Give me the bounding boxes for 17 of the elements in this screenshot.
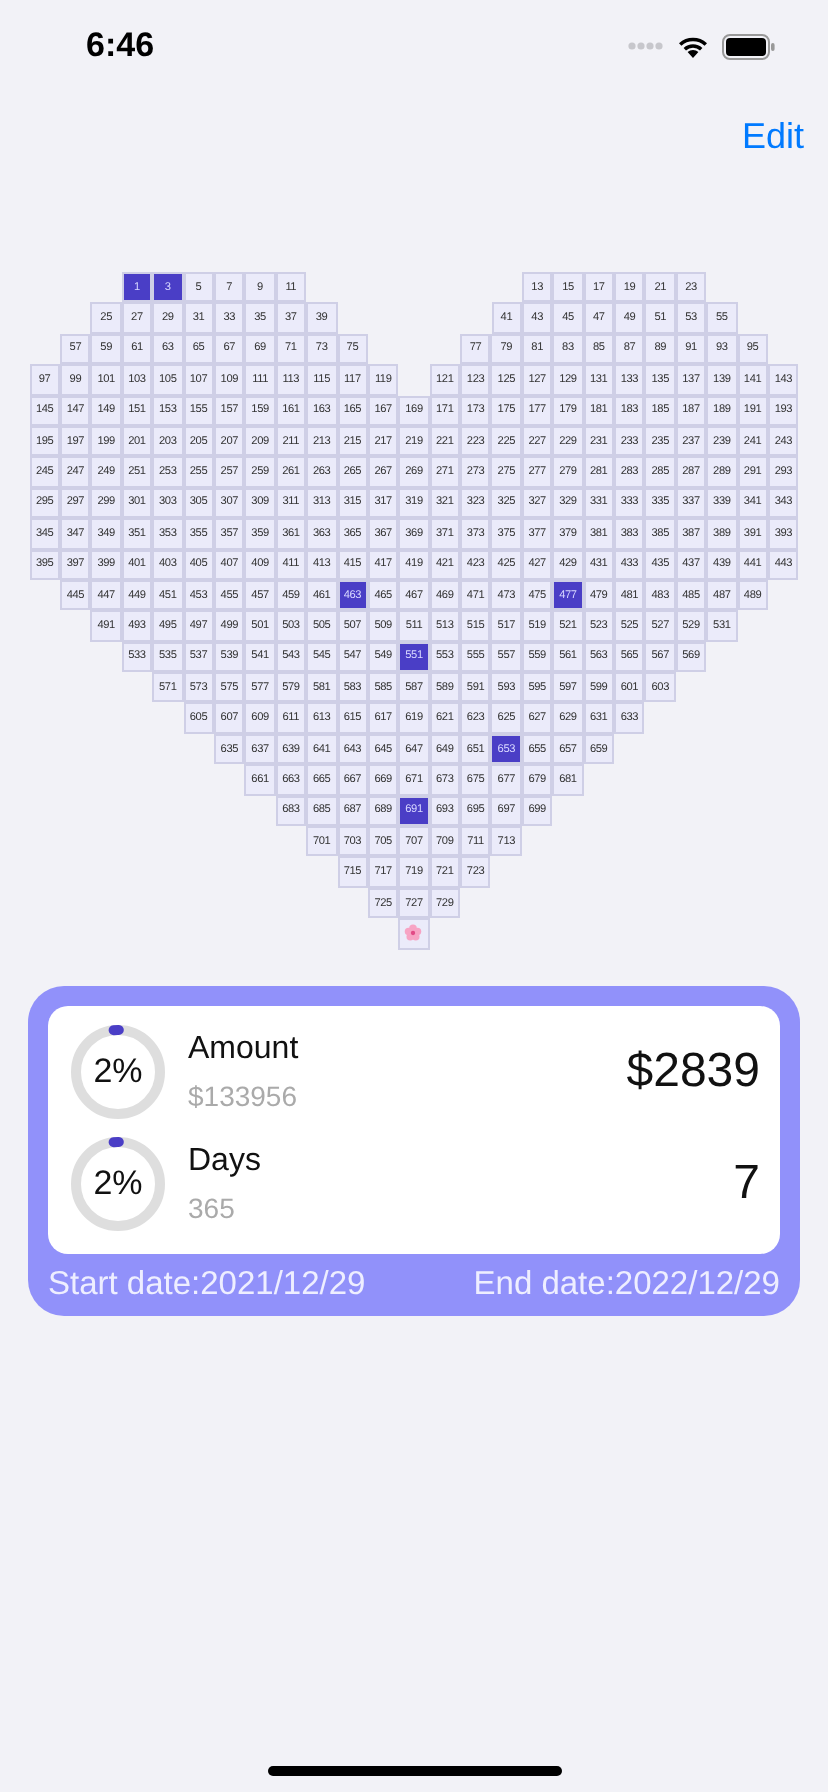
percent-text: 2% bbox=[91, 1163, 145, 1204]
stat-total: $133956 bbox=[188, 1079, 300, 1112]
end-date: End date:2022/12/29 bbox=[473, 1265, 780, 1304]
stat-value: $2839 bbox=[626, 1043, 760, 1100]
stat-title: Amount bbox=[188, 1031, 301, 1068]
flower-icon bbox=[404, 924, 423, 943]
flower-cell[interactable] bbox=[398, 918, 430, 950]
signal-icon bbox=[628, 38, 664, 54]
battery-icon bbox=[722, 33, 776, 59]
stat-title: Days bbox=[188, 1143, 263, 1180]
edit-button[interactable]: Edit bbox=[733, 107, 812, 165]
percent-text: 2% bbox=[91, 1051, 145, 1092]
start-date: Start date:2021/12/29 bbox=[48, 1265, 366, 1304]
wifi-icon bbox=[676, 34, 710, 58]
stat-total: 365 bbox=[188, 1191, 237, 1224]
stat-value: 7 bbox=[733, 1155, 760, 1212]
status-time: 6:46 bbox=[86, 26, 155, 66]
